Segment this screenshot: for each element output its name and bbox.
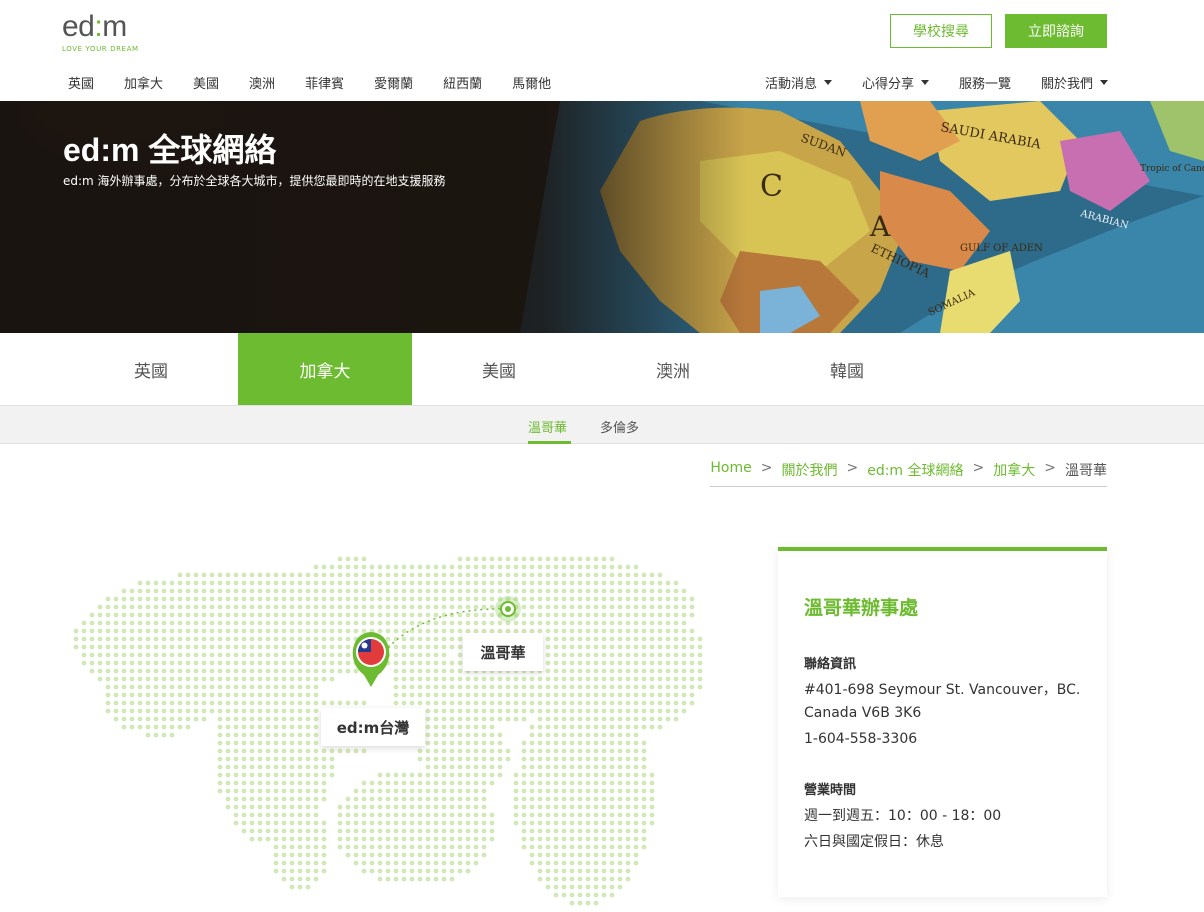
taiwan-flag-pin-icon bbox=[352, 632, 390, 687]
breadcrumb-current: 溫哥華 bbox=[1065, 463, 1107, 479]
nav-item-australia[interactable]: 澳洲 bbox=[249, 73, 275, 92]
office-title: 溫哥華辦事處 bbox=[804, 597, 919, 619]
logo[interactable]: ed:m LOVE YOUR DREAM bbox=[62, 10, 139, 54]
tab-usa[interactable]: 美國 bbox=[412, 333, 586, 405]
nav-item-services[interactable]: 服務一覽 bbox=[959, 73, 1011, 92]
destination-dot bbox=[505, 606, 511, 612]
breadcrumb-global-network[interactable]: ed:m 全球網絡 bbox=[867, 460, 963, 480]
breadcrumb-separator: > bbox=[1044, 460, 1056, 476]
main-nav: 活動消息 心得分享 服務一覽 關於我們 bbox=[735, 73, 1108, 92]
nav-item-reviews[interactable]: 心得分享 bbox=[862, 73, 929, 92]
page-title: ed:m 全球網絡 bbox=[63, 132, 277, 168]
nav-events-label: 活動消息 bbox=[764, 77, 817, 92]
nav-item-canada[interactable]: 加拿大 bbox=[124, 73, 163, 92]
tab-canada[interactable]: 加拿大 bbox=[238, 333, 412, 405]
breadcrumb-separator: > bbox=[760, 460, 773, 476]
caret-down-icon bbox=[1100, 80, 1108, 85]
hours-weekend: 六日與國定假日：休息 bbox=[804, 834, 944, 850]
city-tab-vancouver[interactable]: 溫哥華 bbox=[528, 417, 567, 436]
logo-tagline: LOVE YOUR DREAM bbox=[62, 45, 139, 53]
nav-item-events[interactable]: 活動消息 bbox=[765, 73, 832, 92]
tab-uk[interactable]: 英國 bbox=[64, 333, 238, 405]
breadcrumb-canada[interactable]: 加拿大 bbox=[993, 460, 1035, 480]
office-info-card: 溫哥華辦事處 聯絡資訊 #401-698 Seymour St. Vancouv… bbox=[778, 547, 1107, 897]
tab-australia[interactable]: 澳洲 bbox=[586, 333, 760, 405]
breadcrumb-separator: > bbox=[846, 460, 859, 476]
nav-item-philippines[interactable]: 菲律賓 bbox=[305, 73, 344, 92]
hours-weekday: 週一到週五：10：00 - 18：00 bbox=[804, 808, 1002, 824]
nav-about-label: 關於我們 bbox=[1040, 77, 1093, 92]
active-tab-indicator bbox=[528, 441, 571, 444]
tab-korea[interactable]: 韓國 bbox=[760, 333, 934, 405]
logo-wordmark: ed:m bbox=[62, 10, 127, 43]
phone-number[interactable]: 1-604-558-3306 bbox=[804, 731, 917, 747]
nav-item-about[interactable]: 關於我們 bbox=[1041, 73, 1108, 92]
consult-now-button[interactable]: 立即諮詢 bbox=[1005, 14, 1107, 48]
breadcrumb-about[interactable]: 關於我們 bbox=[781, 460, 837, 480]
caret-down-icon bbox=[920, 80, 929, 85]
city-tabs: 溫哥華 多倫多 bbox=[0, 405, 1204, 444]
caret-down-icon bbox=[823, 80, 832, 85]
breadcrumb-separator: > bbox=[972, 460, 985, 476]
address-line-1: #401-698 Seymour St. Vancouver，BC. bbox=[804, 682, 1081, 698]
nav-reviews-label: 心得分享 bbox=[861, 77, 914, 92]
page-subtitle: ed:m 海外辦事處，分布於全球各大城市，提供您最即時的在地支援服務 bbox=[63, 174, 446, 188]
nav-item-usa[interactable]: 美國 bbox=[193, 73, 219, 92]
hours-heading: 營業時間 bbox=[804, 783, 857, 798]
nav-item-new-zealand[interactable]: 紐西蘭 bbox=[443, 73, 482, 92]
nav-item-ireland[interactable]: 愛爾蘭 bbox=[374, 73, 413, 92]
address-line-2: Canada V6B 3K6 bbox=[804, 705, 922, 721]
hero-banner: SUDAN SAUDI ARABIA ETHIOPIA GULF OF ADEN… bbox=[0, 101, 1204, 333]
contact-heading: 聯絡資訊 bbox=[804, 657, 857, 672]
nav-services-label: 服務一覽 bbox=[958, 77, 1011, 92]
nav-item-uk[interactable]: 英國 bbox=[68, 73, 94, 92]
breadcrumb: Home > 關於我們 > ed:m 全球網絡 > 加拿大 > 溫哥華 bbox=[710, 460, 1107, 487]
country-nav: 英國 加拿大 美國 澳洲 菲律賓 愛爾蘭 紐西蘭 馬爾他 bbox=[68, 73, 581, 92]
office-map: 溫哥華 ed:m台灣 bbox=[64, 547, 718, 907]
breadcrumb-home[interactable]: Home bbox=[710, 460, 751, 480]
school-search-button[interactable]: 學校搜尋 bbox=[890, 14, 992, 48]
destination-label: 溫哥華 bbox=[463, 633, 543, 671]
city-tab-toronto[interactable]: 多倫多 bbox=[600, 417, 639, 436]
origin-label: ed:m台灣 bbox=[321, 708, 425, 746]
nav-item-malta[interactable]: 馬爾他 bbox=[512, 73, 551, 92]
site-header: ed:m LOVE YOUR DREAM 學校搜尋 立即諮詢 英國 加拿大 美國… bbox=[0, 0, 1204, 101]
country-tabs: 英國 加拿大 美國 澳洲 韓國 bbox=[0, 333, 1204, 405]
